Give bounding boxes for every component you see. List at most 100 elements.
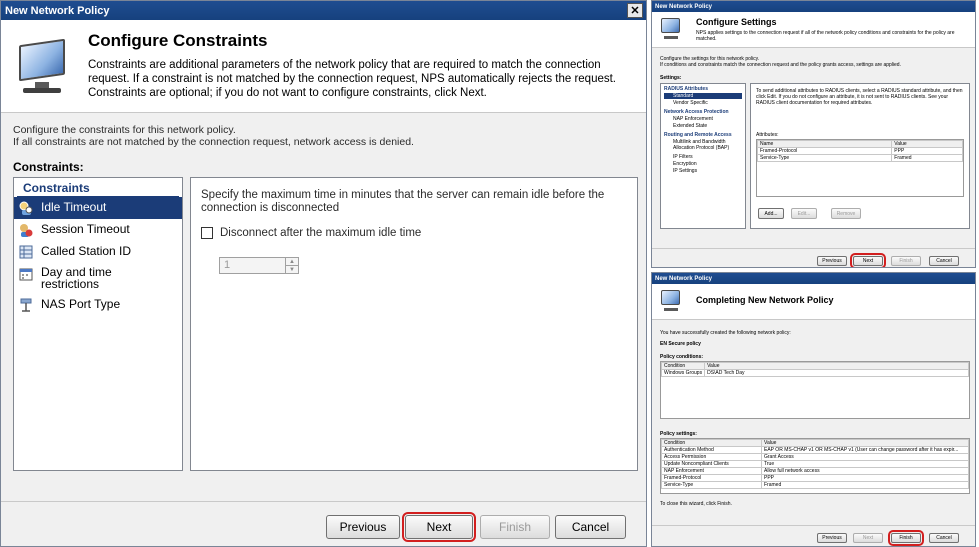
completing-footer-separator <box>652 525 975 526</box>
settings-item-nap-enforcement[interactable]: NAP Enforcement <box>664 116 742 122</box>
new-network-policy-dialog: New Network Policy ✕ Configure Constrain… <box>0 0 647 547</box>
previous-button[interactable]: Previous <box>326 515 400 539</box>
settings-footer-separator <box>652 248 975 249</box>
setting-name: Authentication Method <box>661 446 762 454</box>
settings-item-encryption[interactable]: Encryption <box>664 161 742 167</box>
table-row[interactable]: NAP Enforcement Allow full network access <box>661 467 969 475</box>
completing-window-title: New Network Policy <box>655 275 713 282</box>
settings-detail-panel: To send additional attributes to RADIUS … <box>750 83 970 229</box>
nav-item-session-timeout[interactable]: Session Timeout <box>14 219 182 241</box>
settings-item-standard[interactable]: Standard <box>664 93 742 99</box>
cancel-button[interactable]: Cancel <box>555 515 626 539</box>
settings-item-extended-state[interactable]: Extended State <box>664 123 742 129</box>
setting-value: Framed <box>761 481 969 489</box>
settings-title-bar[interactable]: New Network Policy <box>652 1 975 12</box>
completing-finish-button[interactable]: Finish <box>888 530 924 546</box>
table-row[interactable]: Windows Groups DS\AD Tech Day <box>660 369 969 377</box>
page-title: Configure Constraints <box>88 31 268 50</box>
completing-next-button[interactable]: Next <box>853 533 883 543</box>
section-header: RADIUS Attributes <box>664 86 708 92</box>
settings-item-ip-settings[interactable]: IP Settings <box>664 168 742 174</box>
column-header[interactable]: Value <box>704 362 969 370</box>
created-line: You have successfully created the follow… <box>660 330 791 336</box>
idle-minutes-value: 1 <box>224 259 231 271</box>
header-description: Constraints are additional parameters of… <box>88 59 617 99</box>
intro-line-2: If all constraints are not matched by th… <box>13 136 414 148</box>
title-bar[interactable]: New Network Policy ✕ <box>1 1 646 20</box>
computer-monitor-icon <box>660 289 682 315</box>
edit-attribute-button[interactable]: Edit... <box>791 208 817 219</box>
settings-previous-button[interactable]: Previous <box>817 256 847 266</box>
settings-item-multilink[interactable]: Multilink and Bandwidth Allocation Proto… <box>664 139 742 151</box>
nav-item-nas-port-type[interactable]: NAS Port Type <box>14 294 182 316</box>
settings-header-desc: NPS applies settings to the connection r… <box>696 30 955 42</box>
completing-cancel-button[interactable]: Cancel <box>929 533 959 543</box>
settings-item-ip-filters[interactable]: IP Filters <box>664 154 742 160</box>
settings-window-title: New Network Policy <box>655 3 713 10</box>
column-header[interactable]: Value <box>891 140 963 148</box>
idle-minutes-spinner[interactable]: 1 ▲ ▼ <box>219 257 299 274</box>
settings-header: Configure Settings NPS applies settings … <box>652 12 975 48</box>
nav-item-label: Called Station ID <box>41 244 132 258</box>
nav-header: Constraints <box>17 178 179 197</box>
policy-settings-list[interactable]: Condition Value Authentication Method EAP … <box>660 438 970 494</box>
table-row[interactable]: Access Permission Grant Access <box>661 453 969 461</box>
setting-value: Allow full network access <box>761 467 969 475</box>
setting-name: Access Permission <box>661 453 762 461</box>
footer-separator <box>1 501 646 502</box>
table-row[interactable]: Authentication Method EAP OR MS-CHAP v1 O… <box>661 446 969 454</box>
close-instruction: To close this wizard, click Finish. <box>660 501 732 507</box>
computer-monitor-icon <box>15 38 71 100</box>
settings-intro-2: If conditions and constraints match the … <box>660 62 901 68</box>
table-row[interactable]: Service-Type Framed <box>661 481 969 489</box>
close-button[interactable]: ✕ <box>627 3 643 18</box>
column-header[interactable]: Name <box>756 140 893 148</box>
add-attribute-button[interactable]: Add... <box>758 208 784 219</box>
column-header[interactable]: Condition <box>660 362 706 370</box>
disconnect-checkbox-row[interactable]: Disconnect after the maximum idle time <box>201 227 421 239</box>
completing-previous-button[interactable]: Previous <box>817 533 847 543</box>
attributes-list[interactable]: Name Value Framed-Protocol PPP Service-Typ… <box>756 139 964 197</box>
settings-page-title: Configure Settings <box>696 17 777 27</box>
section-header: Network Access Protection <box>664 109 729 115</box>
column-header[interactable]: Value <box>761 439 969 447</box>
spinner-down-arrow-icon[interactable]: ▼ <box>285 265 298 273</box>
conditions-label: Policy conditions: <box>660 354 704 360</box>
settings-label: Settings: <box>660 75 682 81</box>
table-row[interactable]: Framed-Protocol PPP <box>756 147 963 155</box>
attr-value: Framed <box>891 154 963 162</box>
nav-item-day-time-restrictions[interactable]: Day and time restrictions <box>14 263 182 294</box>
attributes-label: Attributes: <box>756 132 779 138</box>
column-header[interactable]: Condition <box>661 439 762 447</box>
completing-title-bar[interactable]: New Network Policy <box>652 273 975 284</box>
nav-item-label: Idle Timeout <box>41 200 107 214</box>
nav-item-label: Day and time restrictions <box>41 265 112 291</box>
nav-item-idle-timeout[interactable]: Idle Timeout <box>14 197 182 219</box>
wizard-header: Configure Constraints Constraints are ad… <box>1 20 646 113</box>
next-button[interactable]: Next <box>402 512 476 542</box>
constraints-nav-panel: Constraints Idle Timeout Session Timeout… <box>13 177 183 471</box>
remove-attribute-button[interactable]: Remove <box>831 208 861 219</box>
settings-cancel-button[interactable]: Cancel <box>929 256 959 266</box>
table-row[interactable]: Framed-Protocol PPP <box>661 474 969 482</box>
completing-header: Completing New Network Policy <box>652 284 975 320</box>
table-row[interactable]: Update Noncompliant Clients True <box>661 460 969 468</box>
settings-next-button[interactable]: Next <box>850 253 886 267</box>
nav-item-called-station-id[interactable]: Called Station ID <box>14 241 182 263</box>
finish-button[interactable]: Finish <box>480 515 550 539</box>
setting-value: Grant Access <box>761 453 969 461</box>
condition-value: DS\AD Tech Day <box>704 369 969 377</box>
disconnect-checkbox[interactable] <box>201 227 213 239</box>
conditions-list[interactable]: Condition Value Windows Groups DS\AD Tech … <box>660 361 970 419</box>
settings-item-vendor-specific[interactable]: Vendor Specific <box>664 100 742 106</box>
configure-settings-dialog: New Network Policy Configure Settings NP… <box>651 0 976 268</box>
intro-line-1: Configure the constraints for this netwo… <box>13 124 236 136</box>
computer-monitor-icon <box>660 17 682 43</box>
settings-finish-button[interactable]: Finish <box>891 256 921 266</box>
table-row[interactable]: Service-Type Framed <box>756 154 963 162</box>
nav-item-label: Session Timeout <box>41 222 130 236</box>
attr-value: PPP <box>891 147 963 155</box>
settings-nav-panel: RADIUS Attributes Standard Vendor Specif… <box>660 83 746 229</box>
settings-detail-desc: To send additional attributes to RADIUS … <box>756 88 963 106</box>
setting-name: Service-Type <box>661 481 762 489</box>
